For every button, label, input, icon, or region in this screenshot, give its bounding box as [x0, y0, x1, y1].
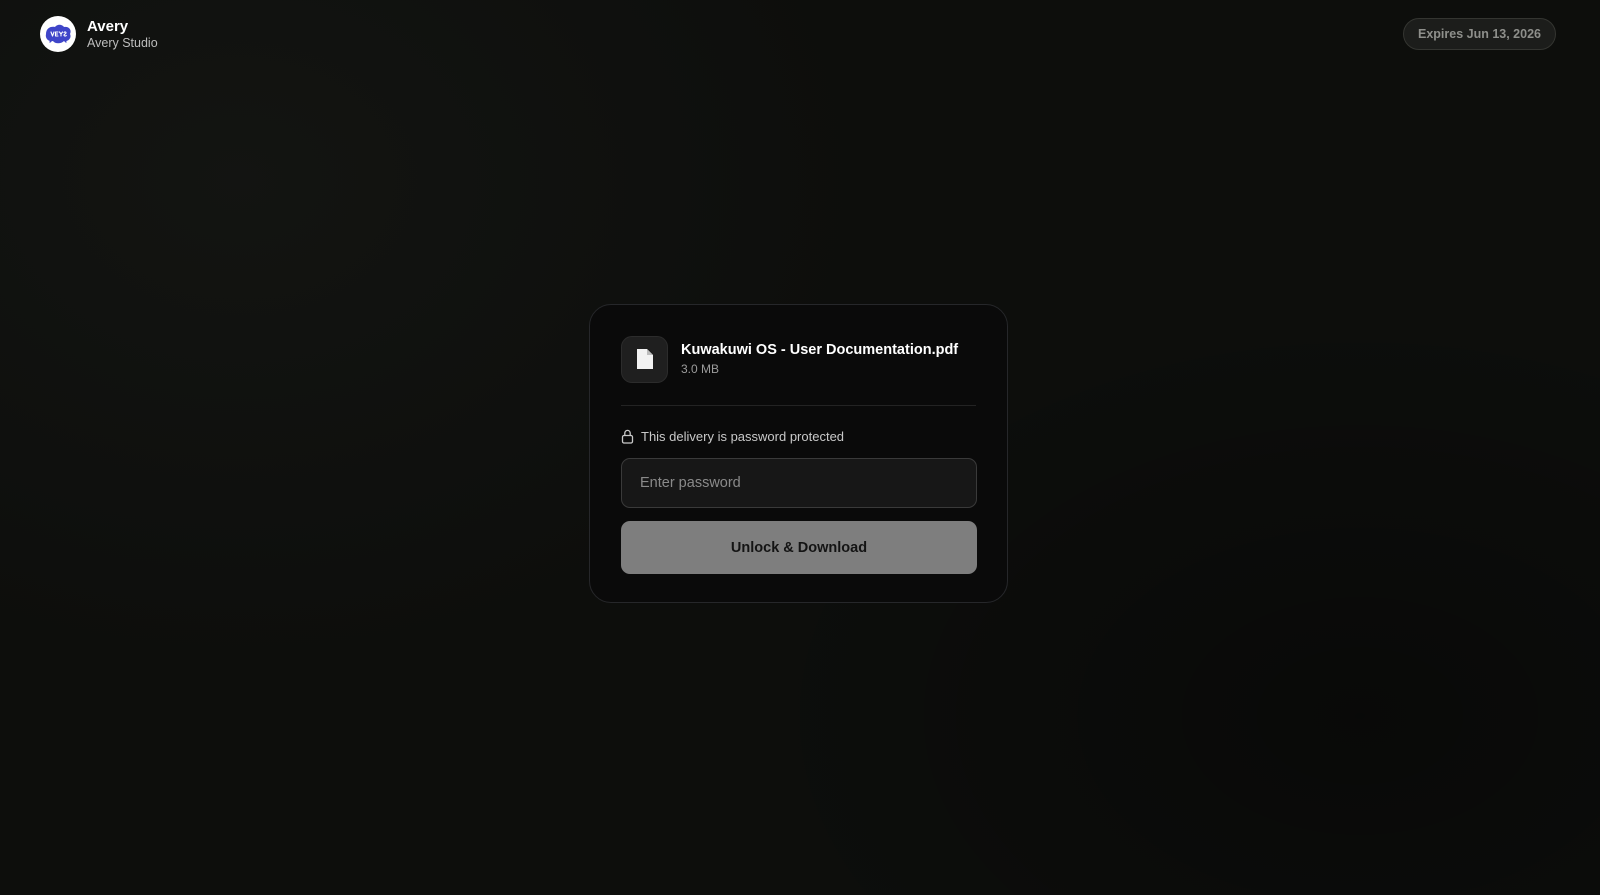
delivery-card: Kuwakuwi OS - User Documentation.pdf 3.0… [589, 304, 1008, 603]
expiry-badge: Expires Jun 13, 2026 [1403, 18, 1556, 50]
avery-logo-icon [45, 24, 71, 44]
file-icon-container [621, 335, 668, 383]
password-notice: This delivery is password protected [621, 429, 976, 444]
password-input[interactable] [621, 458, 977, 508]
password-notice-text: This delivery is password protected [641, 429, 845, 444]
unlock-download-button[interactable]: Unlock & Download [621, 521, 977, 574]
brand-subtitle: Avery Studio [87, 35, 158, 50]
file-size: 3.0 MB [681, 362, 720, 376]
document-icon [636, 349, 653, 369]
avatar [40, 16, 76, 52]
divider [621, 405, 976, 406]
brand-name: Avery [87, 17, 129, 35]
brand-text: Avery Avery Studio [87, 18, 158, 51]
file-name: Kuwakuwi OS - User Documentation.pdf [681, 341, 959, 358]
lock-icon [621, 429, 634, 444]
file-meta: Kuwakuwi OS - User Documentation.pdf 3.0… [681, 342, 958, 377]
file-info: Kuwakuwi OS - User Documentation.pdf 3.0… [621, 335, 976, 383]
brand: Avery Avery Studio [40, 16, 158, 52]
